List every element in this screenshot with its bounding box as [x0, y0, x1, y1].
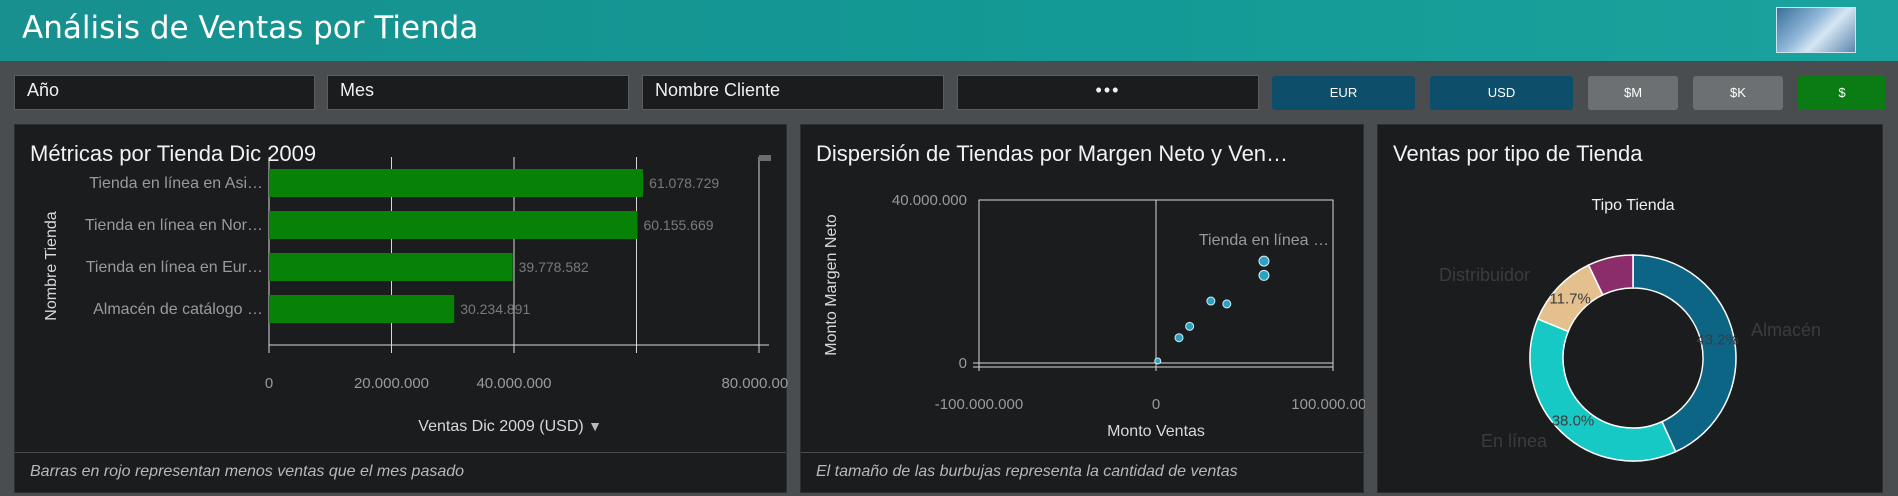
y-tick-label: Tienda en línea en Asi… — [89, 175, 263, 192]
x-axis-label: Monto Ventas — [1107, 423, 1205, 440]
y-axis-label: Monto Margen Neto — [823, 214, 840, 356]
bar — [269, 169, 644, 197]
slice-percent-label: 38.0% — [1552, 412, 1595, 429]
scatter-point — [1206, 296, 1216, 306]
donut-chart-panel: Ventas por tipo de Tienda 43.2% 38.0% 11.7… — [1377, 124, 1883, 493]
page-title: Análisis de Ventas por Tienda — [22, 10, 479, 46]
data-label: 61.078.729 — [649, 175, 719, 191]
point-annotation: Tienda en línea … — [1199, 232, 1329, 249]
slice-percent-label: 43.2% — [1696, 332, 1739, 349]
scatter-point — [1258, 269, 1270, 281]
scatter-point — [1185, 321, 1195, 331]
scatter-point — [1154, 357, 1162, 365]
header-bar: Análisis de Ventas por Tienda — [0, 0, 1898, 61]
legend-label-almacen: Almacén — [1751, 320, 1821, 340]
y-tick-label: 0 — [959, 355, 967, 372]
slice-percent-label: 11.7% — [1549, 291, 1590, 308]
filter-client-name[interactable]: Nombre Cliente — [642, 75, 944, 110]
data-label: 30.234.891 — [460, 301, 530, 317]
donut-slice — [1632, 254, 1737, 453]
x-tick-label: 80.000.000 — [721, 375, 788, 392]
x-tick-label: -100.000.000 — [935, 396, 1023, 413]
bar — [269, 253, 513, 281]
data-label: 39.778.582 — [519, 259, 589, 275]
x-tick-label: 0 — [1152, 396, 1160, 413]
legend-title: Tipo Tienda — [1591, 197, 1674, 214]
filter-month[interactable]: Mes — [327, 75, 629, 110]
legend-label-en-linea: En línea — [1481, 431, 1548, 451]
y-axis-label: Nombre Tienda — [43, 211, 60, 320]
scatter-point — [1258, 255, 1270, 267]
y-tick-label: 40.000.000 — [892, 192, 967, 209]
units-button[interactable]: $ — [1798, 76, 1886, 110]
donut-slice — [1529, 317, 1677, 462]
y-tick-label: Tienda en línea en Eur… — [86, 259, 263, 276]
scrollbar-thumb — [759, 155, 771, 161]
bar-chart: Tienda en línea en Asi… 61.078.729 Tienda … — [43, 155, 788, 435]
scatter-point — [1222, 299, 1232, 309]
scatter-chart-footnote: El tamaño de las burbujas representa la … — [801, 452, 1363, 492]
millions-button[interactable]: $M — [1588, 76, 1678, 110]
scatter-chart-panel: Dispersión de Tiendas por Margen Neto y … — [800, 124, 1365, 493]
bar-chart-footnote: Barras en rojo representan menos ventas … — [15, 452, 786, 492]
y-tick-label: Almacén de catálogo … — [93, 301, 263, 318]
bar — [269, 295, 455, 323]
filter-year[interactable]: Año — [14, 75, 315, 110]
x-axis-label: Ventas Dic 2009 (USD) — [418, 418, 583, 435]
eur-button[interactable]: EUR — [1272, 76, 1415, 110]
more-filters-button[interactable]: ••• — [957, 75, 1259, 110]
legend-label-distribuidor: Distribuidor — [1439, 265, 1530, 285]
data-label: 60.155.669 — [643, 217, 713, 233]
donut-chart: 43.2% 38.0% 11.7% Tipo Tienda Almacén En líne… — [1439, 197, 1821, 462]
bar — [269, 211, 638, 239]
sort-dropdown-icon: ▼ — [588, 418, 602, 434]
y-tick-label: Tienda en línea en Nor… — [85, 217, 263, 234]
thousands-button[interactable]: $K — [1693, 76, 1783, 110]
x-tick-label: 100.000.000 — [1291, 396, 1365, 413]
bar-chart-panel: Métricas por Tienda Dic 2009 Tienda en l… — [14, 124, 788, 493]
scatter-chart: -100.000.000 0 100.000.000 0 40.000.000 Monto… — [823, 192, 1365, 440]
x-tick-label: 0 — [265, 375, 273, 392]
x-tick-label: 20.000.000 — [354, 375, 429, 392]
header-thumbnail-image — [1776, 7, 1856, 53]
x-tick-label: 40.000.000 — [476, 375, 551, 392]
scatter-point — [1174, 333, 1184, 343]
usd-button[interactable]: USD — [1430, 76, 1573, 110]
